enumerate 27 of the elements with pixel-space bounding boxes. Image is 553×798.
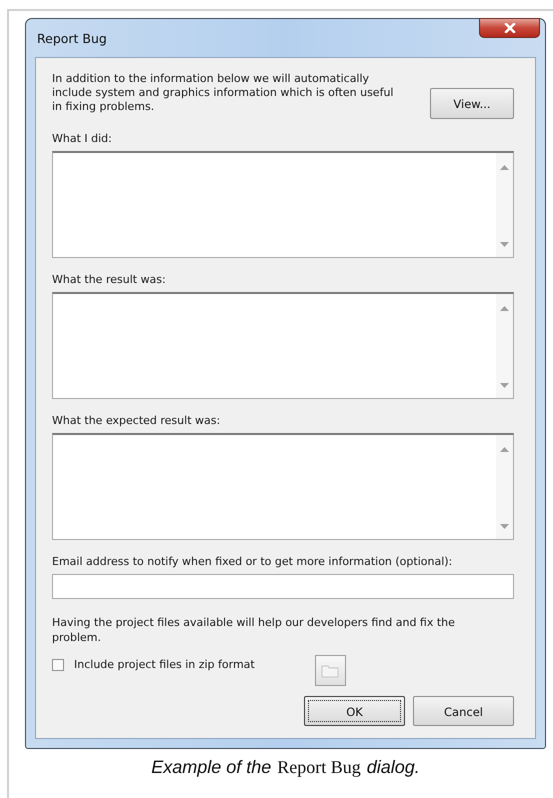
close-icon xyxy=(504,23,516,33)
text-area[interactable] xyxy=(52,151,514,258)
down-arrow-icon xyxy=(500,242,509,247)
note-text: Having the project files available will help our developers find and fix the problem. xyxy=(52,615,456,645)
folder-button[interactable] xyxy=(314,655,346,686)
field-label: What the expected result was: xyxy=(52,413,222,429)
view-button[interactable]: View... xyxy=(430,88,514,119)
folder-icon xyxy=(321,664,340,678)
figure-caption: Example of the Report Bug dialog. xyxy=(150,757,421,778)
down-arrow-icon xyxy=(500,383,509,388)
checkbox[interactable] xyxy=(52,658,64,670)
up-arrow-icon xyxy=(500,447,509,452)
input-field[interactable] xyxy=(52,574,514,599)
down-arrow-icon xyxy=(500,524,509,529)
text-area[interactable] xyxy=(52,292,514,399)
ok-button[interactable]: OK xyxy=(304,696,405,726)
checkbox-label: Include project files in zip format xyxy=(74,658,255,671)
intro-text: In addition to the information below we will automatically include system and graphics information which is often useful in fixing problems. xyxy=(52,72,394,114)
field-label: What the result was: xyxy=(52,272,167,288)
field-label: Email address to notify when fixed or to get more information (optional): xyxy=(52,554,454,570)
up-arrow-icon xyxy=(500,306,509,311)
cancel-button[interactable]: Cancel xyxy=(413,696,514,726)
text-area[interactable] xyxy=(52,433,514,540)
window-title: Report Bug xyxy=(36,30,107,46)
up-arrow-icon xyxy=(500,165,509,170)
field-label: What I did: xyxy=(52,131,113,147)
close-button[interactable] xyxy=(479,18,540,38)
